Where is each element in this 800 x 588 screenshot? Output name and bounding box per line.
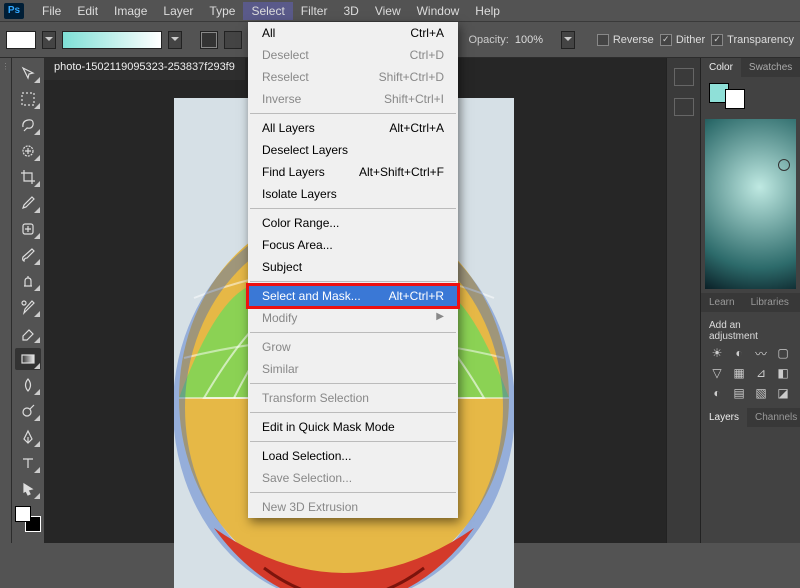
collapsed-panel-dock	[666, 58, 700, 543]
dither-checkbox[interactable]: ✓	[660, 34, 672, 46]
curves-icon[interactable]: 〰	[753, 346, 769, 360]
left-dock-strip: ⋮	[0, 58, 12, 543]
menu-item-similar: Similar	[248, 358, 458, 380]
quick-select-tool[interactable]	[15, 140, 41, 162]
reverse-checkbox[interactable]	[597, 34, 609, 46]
type-tool[interactable]	[15, 452, 41, 474]
vibrance-icon[interactable]: ▽	[709, 366, 725, 380]
linear-gradient-icon[interactable]	[200, 31, 218, 49]
exposure-icon[interactable]: ▢	[775, 346, 791, 360]
menu-select[interactable]: Select	[243, 2, 292, 20]
menu-item-inverse: InverseShift+Ctrl+I	[248, 88, 458, 110]
adjustment-icons: ☀ ◐ 〰 ▢ ▽ ▦ ⊿ ◧ ◐ ▤ ▧ ◪	[701, 346, 800, 408]
background-color-icon[interactable]	[725, 89, 745, 109]
menu-type[interactable]: Type	[201, 2, 243, 20]
dither-label: Dither	[676, 34, 705, 46]
huesat-icon[interactable]: ▦	[731, 366, 747, 380]
adjustments-label: Add an adjustment	[701, 312, 800, 346]
blur-tool[interactable]	[15, 374, 41, 396]
foreground-background-swatch[interactable]	[15, 506, 41, 532]
menu-view[interactable]: View	[367, 2, 409, 20]
gradient-tool[interactable]	[15, 348, 41, 370]
tab-learn[interactable]: Learn	[701, 293, 743, 312]
tab-color[interactable]: Color	[701, 58, 741, 77]
pen-tool[interactable]	[15, 426, 41, 448]
menu-file[interactable]: File	[34, 2, 69, 20]
menu-item-load-selection[interactable]: Load Selection...	[248, 445, 458, 467]
gradient-picker-dropdown[interactable]	[168, 31, 182, 49]
select-menu: AllCtrl+ADeselectCtrl+DReselectShift+Ctr…	[248, 22, 458, 518]
menu-window[interactable]: Window	[409, 2, 468, 20]
menubar: Ps FileEditImageLayerTypeSelectFilter3DV…	[0, 0, 800, 22]
brightness-icon[interactable]: ☀	[709, 346, 725, 360]
history-brush-tool[interactable]	[15, 296, 41, 318]
tool-preset-icon[interactable]	[6, 31, 36, 49]
eyedropper-tool[interactable]	[15, 192, 41, 214]
tool-panel	[12, 58, 44, 543]
colbal-icon[interactable]: ⊿	[753, 366, 769, 380]
color-swatch[interactable]	[701, 77, 800, 115]
menu-item-isolate-layers[interactable]: Isolate Layers	[248, 183, 458, 205]
tab-channels[interactable]: Channels	[747, 408, 800, 427]
menu-item-grow: Grow	[248, 336, 458, 358]
menu-item-deselect-layers[interactable]: Deselect Layers	[248, 139, 458, 161]
lookup-icon[interactable]: ▧	[753, 386, 769, 400]
eraser-tool[interactable]	[15, 322, 41, 344]
radial-gradient-icon[interactable]	[224, 31, 242, 49]
tool-preset-dropdown[interactable]	[42, 31, 56, 49]
photoshop-logo: Ps	[4, 3, 24, 19]
menu-item-all-layers[interactable]: All LayersAlt+Ctrl+A	[248, 117, 458, 139]
menu-item-focus-area[interactable]: Focus Area...	[248, 234, 458, 256]
photo-filter-icon[interactable]: ◐	[709, 386, 725, 400]
levels-icon[interactable]: ◐	[731, 346, 747, 360]
transparency-checkbox[interactable]: ✓	[711, 34, 723, 46]
menu-item-reselect: ReselectShift+Ctrl+D	[248, 66, 458, 88]
menu-item-select-and-mask[interactable]: Select and Mask...Alt+Ctrl+R	[248, 285, 458, 307]
opacity-dropdown[interactable]	[561, 31, 575, 49]
tab-swatches[interactable]: Swatches	[741, 58, 800, 77]
menu-help[interactable]: Help	[467, 2, 508, 20]
menu-item-color-range[interactable]: Color Range...	[248, 212, 458, 234]
menu-image[interactable]: Image	[106, 2, 155, 20]
opacity-value[interactable]: 100%	[515, 34, 555, 46]
menu-3d[interactable]: 3D	[335, 2, 366, 20]
menu-item-edit-in-quick-mask-mode[interactable]: Edit in Quick Mask Mode	[248, 416, 458, 438]
menu-item-transform-selection: Transform Selection	[248, 387, 458, 409]
menu-item-modify: Modify▶	[248, 307, 458, 329]
chan-mix-icon[interactable]: ▤	[731, 386, 747, 400]
document-tab[interactable]: photo-1502119095323-253837f293f9	[44, 58, 245, 80]
clone-stamp-tool[interactable]	[15, 270, 41, 292]
menu-item-new-3d-extrusion: New 3D Extrusion	[248, 496, 458, 518]
color-picker-field[interactable]	[705, 119, 796, 289]
transparency-label: Transparency	[727, 34, 794, 46]
menu-item-find-layers[interactable]: Find LayersAlt+Shift+Ctrl+F	[248, 161, 458, 183]
tab-libraries[interactable]: Libraries	[743, 293, 797, 312]
reverse-label: Reverse	[613, 34, 654, 46]
properties-panel-icon[interactable]	[674, 98, 694, 116]
lasso-tool[interactable]	[15, 114, 41, 136]
dodge-tool[interactable]	[15, 400, 41, 422]
menu-edit[interactable]: Edit	[69, 2, 106, 20]
right-panels: Color Swatches Learn Libraries Add an ad…	[700, 58, 800, 543]
history-panel-icon[interactable]	[674, 68, 694, 86]
move-tool[interactable]	[15, 62, 41, 84]
spot-heal-tool[interactable]	[15, 218, 41, 240]
path-select-tool[interactable]	[15, 478, 41, 500]
bw-icon[interactable]: ◧	[775, 366, 791, 380]
menu-item-save-selection: Save Selection...	[248, 467, 458, 489]
gradient-preview[interactable]	[62, 31, 162, 49]
brush-tool[interactable]	[15, 244, 41, 266]
crop-tool[interactable]	[15, 166, 41, 188]
menu-item-deselect: DeselectCtrl+D	[248, 44, 458, 66]
invert-icon[interactable]: ◪	[775, 386, 791, 400]
menu-filter[interactable]: Filter	[293, 2, 336, 20]
marquee-tool[interactable]	[15, 88, 41, 110]
menu-item-subject[interactable]: Subject	[248, 256, 458, 278]
opacity-label: Opacity:	[468, 34, 508, 46]
menu-layer[interactable]: Layer	[155, 2, 201, 20]
tab-layers[interactable]: Layers	[701, 408, 747, 427]
menu-item-all[interactable]: AllCtrl+A	[248, 22, 458, 44]
